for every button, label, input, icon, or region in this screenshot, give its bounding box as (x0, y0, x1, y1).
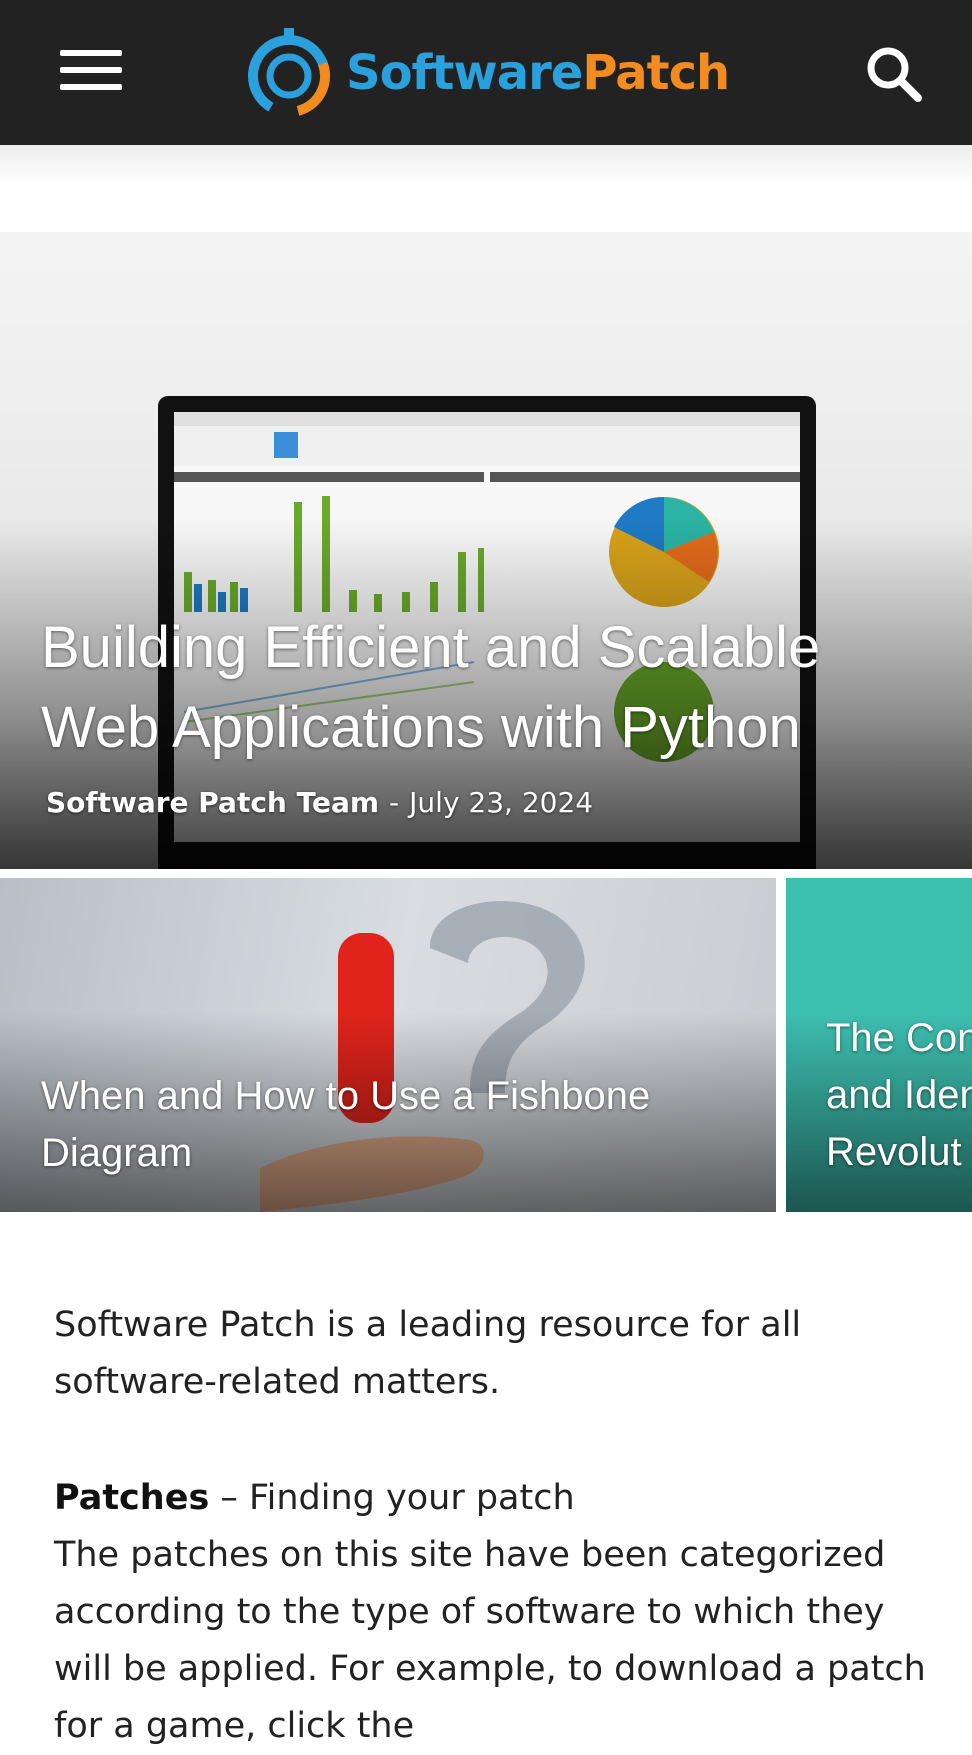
card-title-cropped[interactable]: The Con and Iden Revolut (826, 1010, 972, 1181)
card-title-line: The Con (826, 1016, 972, 1060)
article-card-cropped[interactable]: The Con and Iden Revolut (786, 878, 972, 1212)
header-shadow (0, 145, 972, 185)
card-title-line: Revolut (826, 1130, 962, 1174)
site-logo[interactable]: SoftwarePatch (240, 24, 732, 122)
search-icon[interactable] (862, 42, 926, 106)
article-date: July 23, 2024 (409, 786, 594, 819)
logo-wordmark: SoftwarePatch (346, 45, 730, 101)
patches-heading: Patches (54, 1478, 210, 1518)
hero-article-meta: Software Patch Team - July 23, 2024 (46, 786, 593, 819)
logo-text-patch: Patch (582, 45, 730, 101)
patches-text: The patches on this site have been categ… (54, 1535, 926, 1746)
featured-article-hero[interactable]: Building Efficient and Scalable Web Appl… (0, 232, 972, 869)
card-title-fishbone[interactable]: When and How to Use a Fishbone Diagram (41, 1068, 741, 1182)
hero-article-title[interactable]: Building Efficient and Scalable Web Appl… (41, 608, 921, 768)
hamburger-menu-icon[interactable] (58, 46, 126, 98)
patches-subheading: – Finding your patch (209, 1478, 575, 1518)
patches-section: Patches – Finding your patch The patches… (54, 1470, 934, 1755)
intro-paragraph: Software Patch is a leading resource for… (54, 1305, 802, 1402)
article-author[interactable]: Software Patch Team (46, 786, 379, 819)
card-title-line: and Iden (826, 1073, 972, 1117)
site-header: SoftwarePatch (0, 0, 972, 145)
logo-text-software: Software (346, 45, 583, 101)
logo-mark-icon (248, 28, 330, 117)
article-card-fishbone[interactable]: When and How to Use a Fishbone Diagram (0, 878, 776, 1212)
meta-separator: - (389, 786, 400, 819)
